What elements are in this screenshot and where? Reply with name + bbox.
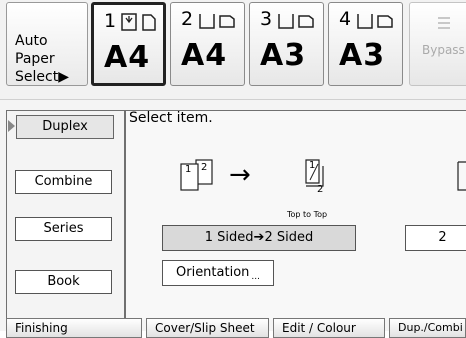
tray-1-button[interactable]: 1 A4: [91, 2, 166, 86]
tray-paper-size: A3: [339, 38, 386, 73]
tab-dup-combi[interactable]: Dup./Combi: [389, 318, 466, 338]
tray-paper-size: A4: [104, 40, 151, 75]
duplex-diagram-partial: [457, 161, 466, 191]
conversion-arrow-icon: →: [229, 160, 251, 190]
orientation-label: Orientation: [176, 265, 250, 280]
sidebar-item-duplex[interactable]: Duplex: [16, 115, 114, 139]
one-sided-to-two-sided-button[interactable]: 1 Sided➔2 Sided: [162, 225, 356, 251]
more-options-icon: ...: [251, 272, 260, 282]
result-page-2-number: 2: [317, 184, 324, 195]
tray-number: 3: [260, 8, 273, 30]
tab-finishing[interactable]: Finishing: [6, 318, 142, 338]
auto-paper-line2: Select▶: [15, 69, 69, 85]
sidebar-item-book[interactable]: Book: [15, 270, 112, 294]
auto-paper-select-label: Auto Paper Select▶: [15, 32, 87, 86]
tray-3-button[interactable]: 3 A3: [249, 2, 324, 86]
bypass-tray-button[interactable]: Bypass...: [409, 2, 466, 86]
bypass-tray-icon: [438, 17, 450, 29]
result-page-1-number: 1: [309, 160, 316, 171]
tray-paper-size: A3: [260, 38, 307, 73]
two-sided-option-button[interactable]: 2: [405, 225, 466, 251]
bypass-label: Bypass...: [422, 43, 466, 57]
tray-orientation-icon: [121, 13, 156, 31]
orientation-button[interactable]: Orientation...: [162, 260, 274, 286]
sidebar-item-combine[interactable]: Combine: [15, 170, 112, 194]
auto-paper-line1: Auto Paper: [15, 33, 55, 67]
tray-paper-size: A4: [181, 38, 228, 73]
sidebar-item-series[interactable]: Series: [15, 217, 112, 241]
tray-orientation-icon: [357, 14, 393, 29]
tab-edit-colour[interactable]: Edit / Colour: [273, 318, 385, 338]
tray-orientation-icon: [278, 14, 314, 29]
orientation-caption: Top to Top: [287, 210, 328, 219]
auto-paper-select-button[interactable]: Auto Paper Select▶: [6, 2, 88, 86]
current-tab-pointer-icon: [8, 120, 15, 132]
tray-2-button[interactable]: 2 A4: [170, 2, 245, 86]
tab-cover-slip-sheet[interactable]: Cover/Slip Sheet: [146, 318, 269, 338]
tray-number: 2: [181, 8, 194, 30]
source-page-1-number: 1: [185, 164, 192, 175]
paper-tray-bar: Auto Paper Select▶ 1 A4 2 A4 3 A3 4 A3 B…: [0, 0, 466, 100]
tray-number: 1: [104, 10, 117, 32]
tray-number: 4: [339, 8, 352, 30]
source-page-2-number: 2: [201, 162, 208, 173]
tray-orientation-icon: [199, 14, 235, 29]
tray-4-button[interactable]: 4 A3: [328, 2, 403, 86]
instruction-text: Select item.: [129, 110, 213, 126]
